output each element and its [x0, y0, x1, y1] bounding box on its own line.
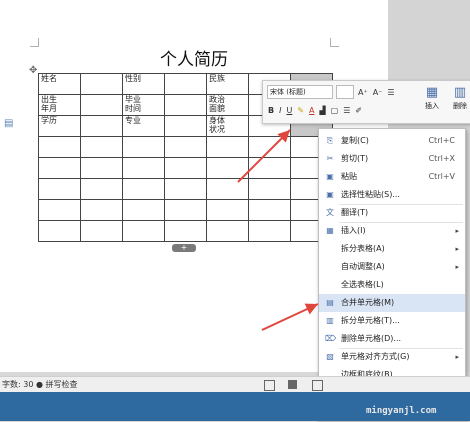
arrow-to-selected-cells	[237, 129, 291, 183]
annotation-arrows	[237, 129, 319, 331]
arrow-to-merge-cells	[261, 303, 319, 331]
